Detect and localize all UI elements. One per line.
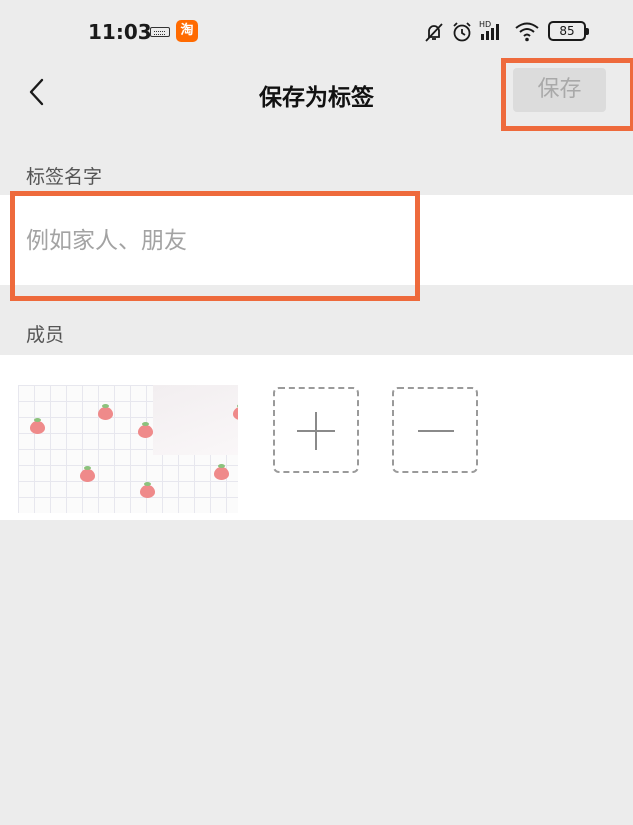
save-button[interactable]: 保存: [513, 68, 606, 112]
taobao-app-icon: 淘: [176, 20, 198, 42]
strawberry-icon: [30, 418, 45, 434]
avatar-photo-card: [153, 385, 238, 455]
members-row: [0, 355, 633, 520]
tag-name-row: [0, 195, 633, 285]
strawberry-icon: [140, 482, 155, 498]
member-avatar[interactable]: [18, 385, 238, 513]
remove-member-button[interactable]: [392, 387, 478, 473]
tag-name-label: 标签名字: [26, 166, 103, 188]
mute-icon: [425, 23, 443, 42]
status-bar: 11:03 淘 HD 85: [0, 0, 633, 62]
nav-bar: 保存为标签 保存: [0, 62, 633, 127]
keyboard-icon: [150, 27, 170, 37]
add-member-button[interactable]: [273, 387, 359, 473]
signal-hd-label: HD: [479, 20, 491, 29]
members-label: 成员: [26, 324, 65, 346]
strawberry-icon: [98, 404, 113, 420]
alarm-icon: [453, 22, 471, 42]
status-time: 11:03: [88, 20, 152, 44]
strawberry-icon: [138, 422, 153, 438]
wifi-icon: [515, 22, 539, 42]
strawberry-icon: [214, 464, 229, 480]
tag-name-input[interactable]: [26, 219, 406, 263]
battery-icon: 85: [548, 21, 589, 41]
strawberry-icon: [80, 466, 95, 482]
hd-signal-icon: HD: [479, 20, 499, 40]
